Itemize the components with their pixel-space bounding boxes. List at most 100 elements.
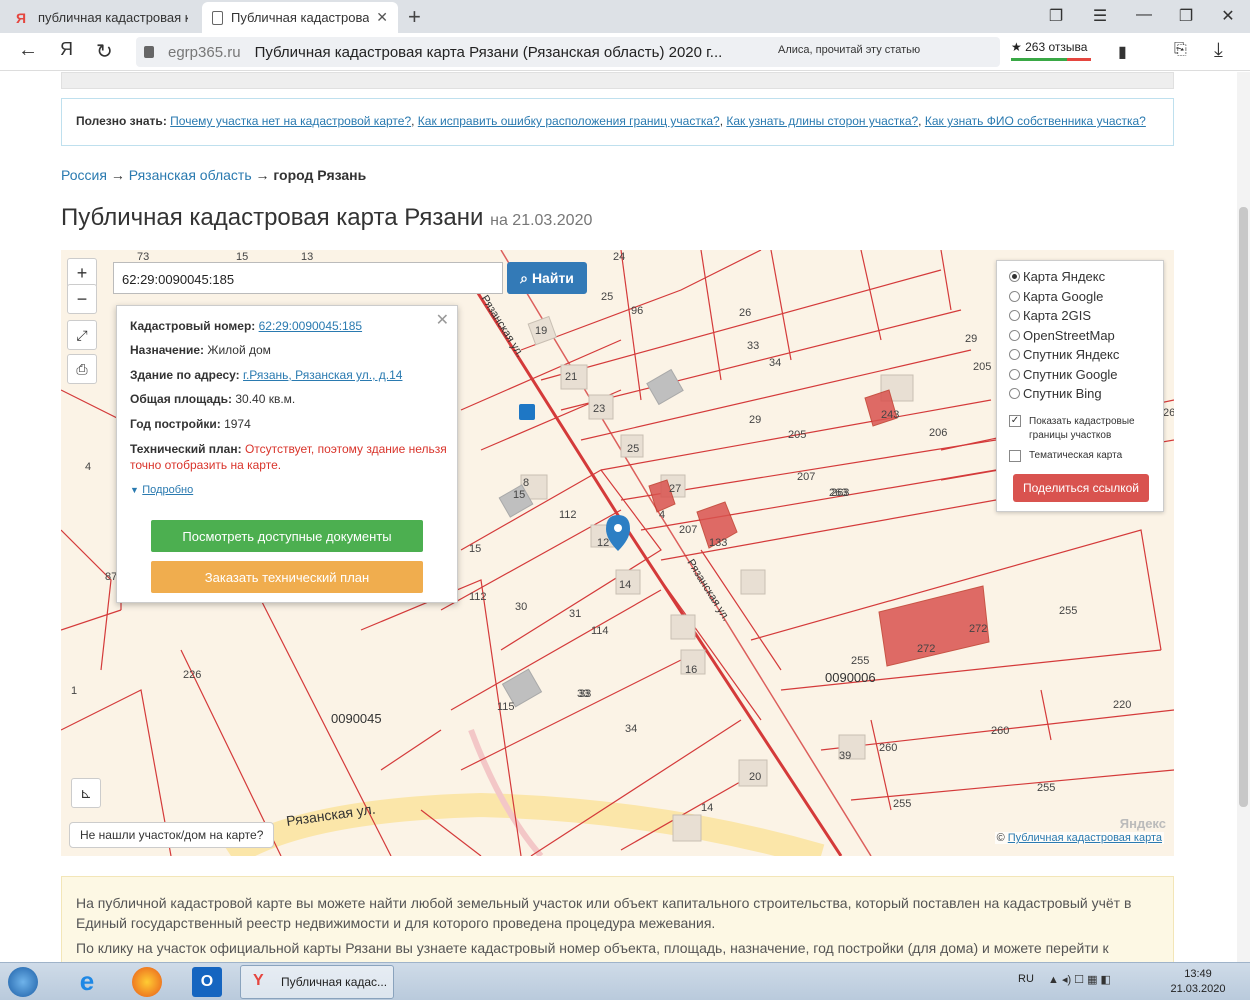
parcel-label: 12 (597, 537, 609, 549)
useful-tips-box: Полезно знать: Почему участка нет на кад… (61, 98, 1174, 146)
copyright-link[interactable]: Публичная кадастровая карта (1008, 832, 1162, 844)
cadastral-search-input[interactable]: 62:29:0090045:185 (113, 262, 503, 294)
layer-option[interactable]: Карта Google (1009, 289, 1103, 304)
language-indicator[interactable]: RU (1018, 973, 1034, 985)
parcel-label: 4 (85, 461, 91, 473)
translate-icon[interactable]: ⎘ (1174, 41, 1187, 59)
parcel-label: 133 (709, 537, 727, 549)
parcel-label: 260 (879, 742, 897, 754)
reload-icon[interactable]: ↻ (96, 39, 113, 64)
parcel-label: 207 (679, 524, 697, 536)
show-borders-option[interactable]: ✓ Показать кадастровые границы участков (1009, 415, 1154, 443)
address-label: Здание по адресу: (130, 368, 240, 382)
more-details-link[interactable]: Подробно (142, 484, 193, 496)
tray-icons[interactable]: ▲ ◂) ☐ ▦ ◧ (1048, 973, 1158, 989)
close-window-icon[interactable]: ✕ (1218, 6, 1238, 26)
parcel-label: 272 (969, 623, 987, 635)
start-button-icon[interactable] (8, 967, 38, 997)
alice-read-hint[interactable]: Алиса, прочитай эту статью (778, 44, 920, 56)
radio-icon[interactable] (1009, 349, 1020, 360)
taskbar-task-title: Публичная кадас... (281, 975, 388, 989)
bookmark-icon[interactable]: ▮ (1118, 42, 1127, 62)
layer-label: Карта 2GIS (1023, 308, 1092, 323)
layer-option[interactable]: Спутник Bing (1009, 386, 1102, 401)
radio-icon[interactable] (1009, 369, 1020, 380)
layer-label: Карта Google (1023, 289, 1104, 304)
tip-link[interactable]: Как узнать длины сторон участка? (726, 114, 918, 128)
scrollbar-thumb[interactable] (1239, 207, 1248, 807)
tip-link[interactable]: Как узнать ФИО собственника участка? (925, 114, 1146, 128)
new-tab-button[interactable]: + (408, 4, 421, 30)
parcel-label: 206 (929, 427, 947, 439)
firefox-icon[interactable] (132, 967, 162, 997)
fullscreen-icon[interactable]: ⤢ (67, 320, 97, 350)
thematic-label: Тематическая карта (1029, 450, 1123, 461)
info-paragraph: На публичной кадастровой карте вы можете… (76, 895, 1132, 931)
menu-icon[interactable]: ☰ (1090, 6, 1110, 26)
address-link[interactable]: г.Рязань, Рязанская ул., д.14 (243, 368, 402, 382)
tab-yandex[interactable]: Я публичная кадастровая ка (6, 2, 201, 33)
view-documents-button[interactable]: Посмотреть доступные документы (151, 520, 423, 552)
checkbox-checked-icon[interactable]: ✓ (1009, 415, 1021, 427)
page-title: Публичная кадастровая карта Рязани на 21… (61, 204, 592, 232)
parcel-label: 16 (685, 664, 697, 676)
breadcrumb-russia[interactable]: Россия (61, 167, 107, 183)
outlook-icon[interactable]: O (192, 967, 222, 997)
layer-option[interactable]: Спутник Яндекс (1009, 347, 1119, 362)
radio-icon[interactable] (1009, 330, 1020, 341)
parcel-label: 8 (523, 477, 529, 489)
minimize-icon[interactable]: — (1134, 6, 1154, 24)
radio-icon[interactable] (1009, 271, 1020, 282)
parcel-label: 25 (627, 443, 639, 455)
tab-title: публичная кадастровая ка (38, 10, 188, 25)
parcel-label: 29 (965, 333, 977, 345)
checkbox-icon[interactable] (1009, 450, 1021, 462)
parcel-label: 30 (515, 601, 527, 613)
layer-option[interactable]: OpenStreetMap (1009, 328, 1115, 343)
layer-option[interactable]: Карта Яндекс (1009, 269, 1105, 284)
internet-explorer-icon[interactable]: e (72, 967, 102, 997)
tip-link[interactable]: Как исправить ошибку расположения границ… (418, 114, 720, 128)
taskbar-browser-window[interactable]: Y Публичная кадас... (240, 965, 394, 999)
back-icon[interactable]: ← (18, 39, 38, 62)
browser-tab-bar: Я публичная кадастровая ка Публичная кад… (0, 0, 1250, 33)
parcel-label: 114 (591, 625, 609, 637)
close-popup-icon[interactable]: ✕ (436, 310, 449, 330)
parcel-label: 31 (569, 608, 581, 620)
thematic-option[interactable]: Тематическая карта (1009, 449, 1122, 463)
ruler-icon[interactable]: ⊾ (71, 778, 101, 808)
map-copyright: © Публичная кадастровая карта (994, 832, 1164, 844)
not-found-button[interactable]: Не нашли участок/дом на карте? (69, 822, 275, 848)
close-tab-icon[interactable]: ✕ (376, 9, 388, 26)
parcel-label: 21 (565, 371, 577, 383)
zoom-out-button[interactable]: − (67, 284, 97, 314)
yandex-browser-icon: Y (253, 972, 264, 989)
search-button[interactable]: ⌕ Найти (507, 262, 587, 294)
cadastral-map[interactable]: 73 15 13 24 25 96 26 19 33 34 29 205 21 … (61, 250, 1174, 856)
system-clock[interactable]: 13:49 21.03.2020 (1168, 967, 1228, 997)
yandex-home-icon[interactable]: Я (60, 39, 73, 60)
tip-link[interactable]: Почему участка нет на кадастровой карте? (170, 114, 411, 128)
breadcrumb-separator: → (255, 167, 270, 183)
radio-icon[interactable] (1009, 291, 1020, 302)
windows-taskbar: e O Y Публичная кадас... RU ▲ ◂) ☐ ▦ ◧ 1… (0, 962, 1250, 1000)
bookmarks-icon[interactable]: ❐ (1046, 6, 1066, 26)
cadastral-number-link[interactable]: 62:29:0090045:185 (259, 319, 362, 333)
layer-option[interactable]: Карта 2GIS (1009, 308, 1091, 323)
radio-icon[interactable] (1009, 388, 1020, 399)
layer-option[interactable]: Спутник Google (1009, 367, 1118, 382)
parcel-label: 27 (669, 483, 681, 495)
area-value: 30.40 кв.м. (235, 392, 296, 406)
order-tech-plan-button[interactable]: Заказать технический план (151, 561, 423, 593)
parcel-label: 207 (797, 471, 815, 483)
share-link-button[interactable]: Поделиться ссылкой (1013, 474, 1149, 502)
breadcrumb-region[interactable]: Рязанская область (129, 167, 252, 183)
tab-active[interactable]: Публичная кадастрова ✕ (202, 2, 398, 33)
radio-icon[interactable] (1009, 310, 1020, 321)
reviews-badge[interactable]: ★ 263 отзыва (1011, 40, 1087, 54)
page-scrollbar[interactable] (1237, 72, 1250, 962)
print-icon[interactable]: ⎙ (67, 354, 97, 384)
restore-icon[interactable]: ❐ (1176, 6, 1196, 26)
parcel-label: 255 (1037, 782, 1055, 794)
download-icon[interactable]: ⤓ (1214, 39, 1223, 62)
